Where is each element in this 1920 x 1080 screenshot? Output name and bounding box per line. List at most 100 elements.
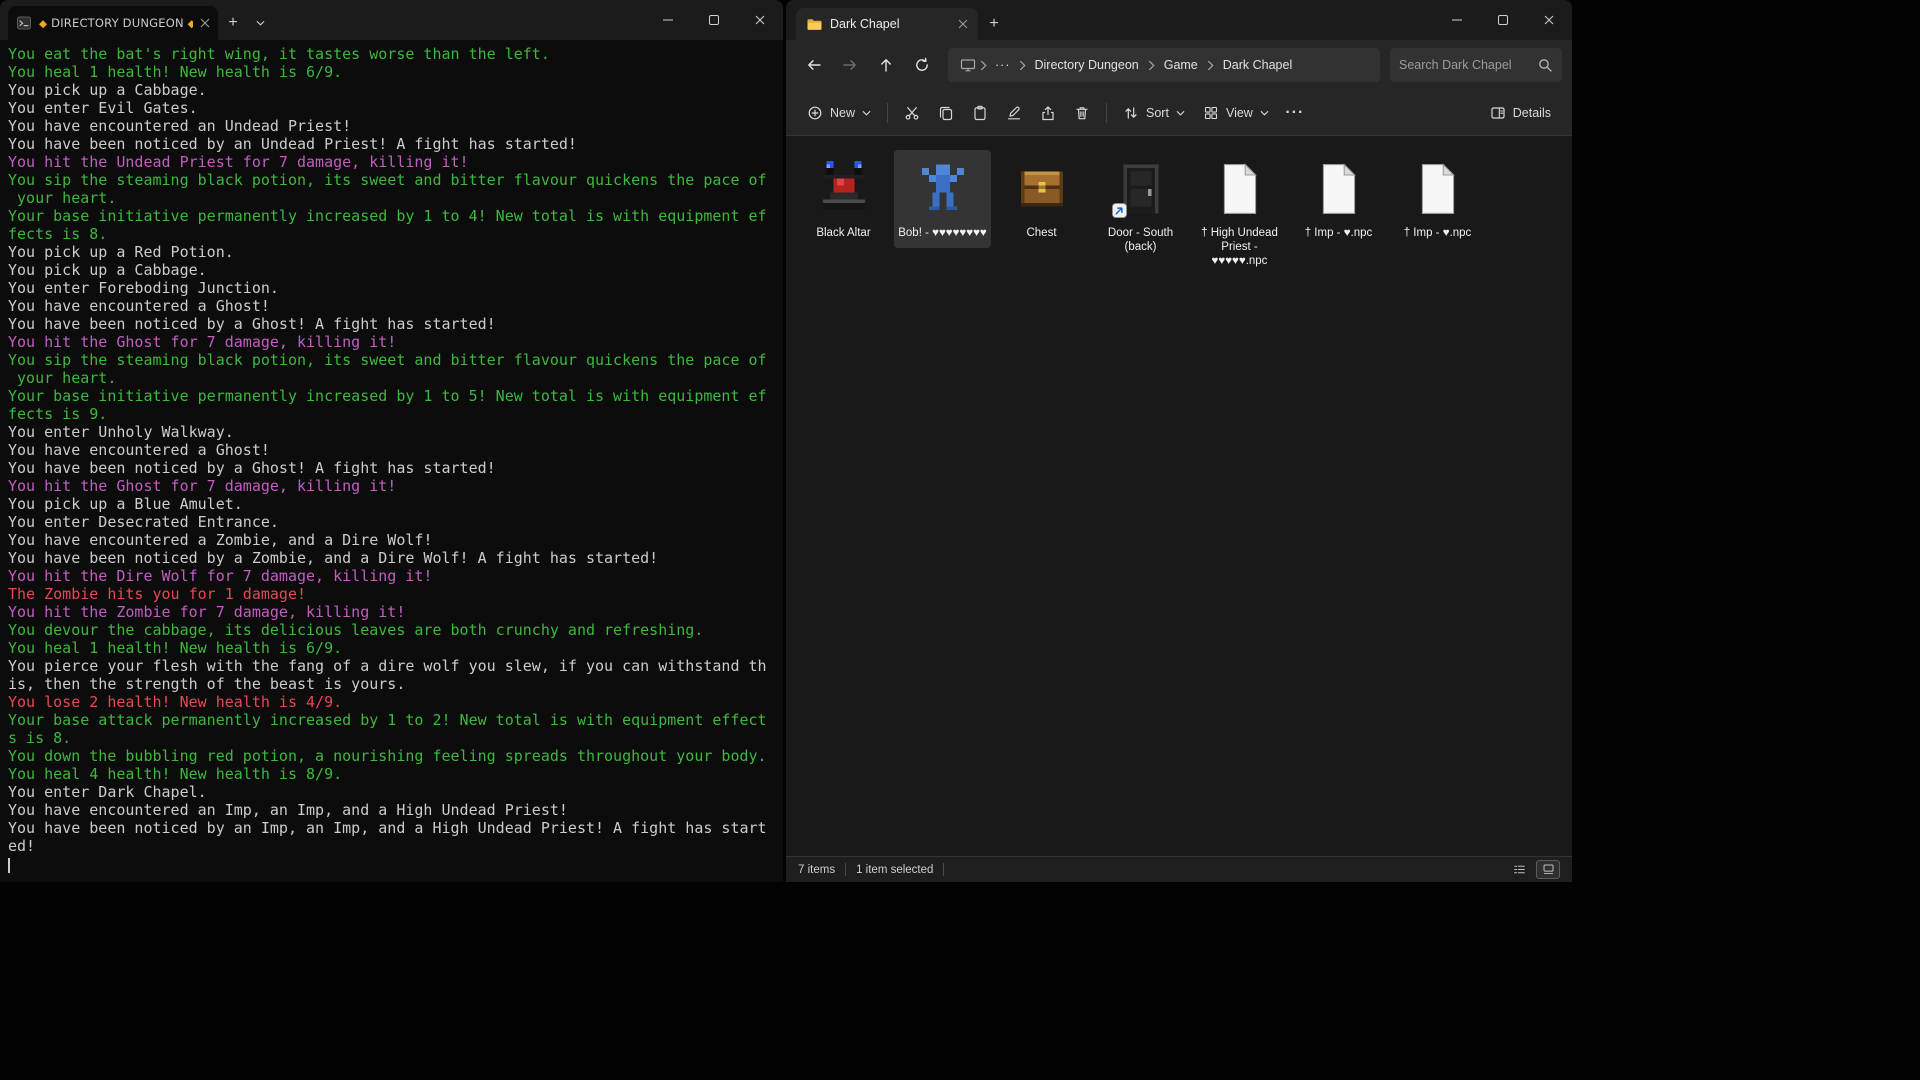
terminal-line: Your base initiative permanently increas… <box>8 207 783 225</box>
more-button[interactable]: ··· <box>1278 96 1312 130</box>
explorer-titlebar: Dark Chapel + <box>786 0 1572 40</box>
forward-button[interactable] <box>832 47 868 83</box>
refresh-button[interactable] <box>904 47 940 83</box>
terminal-line: You enter Foreboding Junction. <box>8 279 783 297</box>
search-icon <box>1537 57 1553 73</box>
chest-icon <box>1010 157 1074 221</box>
tab-dropdown-button[interactable] <box>248 6 272 40</box>
maximize-button[interactable] <box>691 0 737 40</box>
file-tile[interactable]: Chest <box>993 150 1090 248</box>
file-label: † Imp - ♥.npc <box>1404 226 1472 240</box>
file-icon <box>1208 157 1272 221</box>
breadcrumb-item[interactable]: Directory Dungeon <box>1028 55 1146 75</box>
terminal-line: The Zombie hits you for 1 damage! <box>8 585 783 603</box>
delete-button[interactable] <box>1065 96 1099 130</box>
file-icon <box>1406 157 1470 221</box>
minimize-button[interactable] <box>1434 0 1480 40</box>
terminal-line: You sip the steaming black potion, its s… <box>8 171 783 189</box>
breadcrumb-item[interactable]: Game <box>1157 55 1205 75</box>
file-tile[interactable]: † High Undead Priest - ♥♥♥♥♥.npc <box>1191 150 1288 276</box>
command-bar: New Sort View ··· <box>786 90 1572 136</box>
file-label: Chest <box>1026 226 1056 240</box>
paste-button[interactable] <box>963 96 997 130</box>
back-button[interactable] <box>796 47 832 83</box>
new-button[interactable]: New <box>798 96 880 130</box>
terminal-line: You enter Dark Chapel. <box>8 783 783 801</box>
search-input[interactable] <box>1399 58 1537 72</box>
folder-icon <box>806 16 822 32</box>
divider <box>943 863 944 876</box>
minimize-button[interactable] <box>645 0 691 40</box>
file-tile[interactable]: † Imp - ♥.npc <box>1290 150 1387 248</box>
terminal-line: fects is 8. <box>8 225 783 243</box>
new-tab-button[interactable]: + <box>978 8 1010 40</box>
terminal-line: You heal 4 health! New health is 8/9. <box>8 765 783 783</box>
terminal-content[interactable]: You eat the bat's right wing, it tastes … <box>0 40 783 882</box>
terminal-line: You hit the Ghost for 7 damage, killing … <box>8 333 783 351</box>
terminal-line: You sip the steaming black potion, its s… <box>8 351 783 369</box>
icons-view-button[interactable] <box>1536 860 1560 879</box>
explorer-window-controls <box>1434 0 1572 40</box>
terminal-line: You have encountered a Zombie, and a Dir… <box>8 531 783 549</box>
up-button[interactable] <box>868 47 904 83</box>
diamond-icon: ◆ <box>188 18 193 30</box>
door-icon <box>1109 157 1173 221</box>
file-tile[interactable]: Black Altar <box>795 150 892 248</box>
cut-button[interactable] <box>895 96 929 130</box>
details-view-button[interactable] <box>1507 860 1531 879</box>
sort-button[interactable]: Sort <box>1114 96 1194 130</box>
divider <box>1106 103 1107 123</box>
terminal-line: You pierce your flesh with the fang of a… <box>8 657 783 675</box>
divider <box>887 103 888 123</box>
terminal-tab[interactable]: ◆ DIRECTORY DUNGEON ◆ <box>8 6 218 40</box>
explorer-window: Dark Chapel + ··· Directory <box>786 0 1572 882</box>
view-button[interactable]: View <box>1194 96 1278 130</box>
diamond-icon: ◆ <box>39 18 47 30</box>
terminal-line: You have encountered a Ghost! <box>8 441 783 459</box>
terminal-titlebar: ◆ DIRECTORY DUNGEON ◆ + <box>0 0 783 40</box>
file-label: † Imp - ♥.npc <box>1305 226 1373 240</box>
view-switcher <box>1507 860 1560 879</box>
terminal-line: You enter Desecrated Entrance. <box>8 513 783 531</box>
terminal-log: You eat the bat's right wing, it tastes … <box>8 45 783 855</box>
tab-close-icon[interactable] <box>958 19 968 29</box>
details-button[interactable]: Details <box>1481 96 1560 130</box>
explorer-tab[interactable]: Dark Chapel <box>796 8 978 40</box>
terminal-line: Your base attack permanently increased b… <box>8 711 783 729</box>
breadcrumb-overflow[interactable]: ··· <box>989 56 1017 74</box>
maximize-button[interactable] <box>1480 0 1526 40</box>
selection-count: 1 item selected <box>856 864 933 876</box>
item-count: 7 items <box>798 864 835 876</box>
share-button[interactable] <box>1031 96 1065 130</box>
terminal-line: your heart. <box>8 369 783 387</box>
terminal-tab-title: ◆ DIRECTORY DUNGEON ◆ <box>39 16 193 30</box>
new-tab-button[interactable]: + <box>218 6 248 40</box>
terminal-line: You have encountered an Undead Priest! <box>8 117 783 135</box>
terminal-line: You devour the cabbage, its delicious le… <box>8 621 783 639</box>
navigation-bar: ··· Directory Dungeon Game Dark Chapel <box>786 40 1572 90</box>
folder-content[interactable]: Black AltarBob! - ♥♥♥♥♥♥♥♥ Chest Door - So… <box>786 136 1572 856</box>
chevron-right-icon <box>1146 60 1157 71</box>
breadcrumb-item[interactable]: Dark Chapel <box>1216 55 1299 75</box>
close-button[interactable] <box>1526 0 1572 40</box>
terminal-line: fects is 9. <box>8 405 783 423</box>
terminal-line: is, then the strength of the beast is yo… <box>8 675 783 693</box>
close-button[interactable] <box>737 0 783 40</box>
rename-button[interactable] <box>997 96 1031 130</box>
file-tile[interactable]: Door - South (back) <box>1092 150 1189 262</box>
terminal-cursor <box>8 858 10 873</box>
terminal-window: ◆ DIRECTORY DUNGEON ◆ + You eat the bat'… <box>0 0 783 882</box>
file-grid: Black AltarBob! - ♥♥♥♥♥♥♥♥ Chest Door - So… <box>794 150 1564 276</box>
search-box[interactable] <box>1390 48 1562 82</box>
copy-button[interactable] <box>929 96 963 130</box>
file-tile[interactable]: † Imp - ♥.npc <box>1389 150 1486 248</box>
chevron-right-icon <box>1205 60 1216 71</box>
file-tile[interactable]: Bob! - ♥♥♥♥♥♥♥♥ <box>894 150 991 248</box>
terminal-line: You hit the Dire Wolf for 7 damage, kill… <box>8 567 783 585</box>
address-bar[interactable]: ··· Directory Dungeon Game Dark Chapel <box>948 48 1380 82</box>
terminal-line: You have encountered a Ghost! <box>8 297 783 315</box>
terminal-line: your heart. <box>8 189 783 207</box>
terminal-window-controls <box>645 0 783 40</box>
tab-close-icon[interactable] <box>200 18 210 28</box>
terminal-line: ed! <box>8 837 783 855</box>
